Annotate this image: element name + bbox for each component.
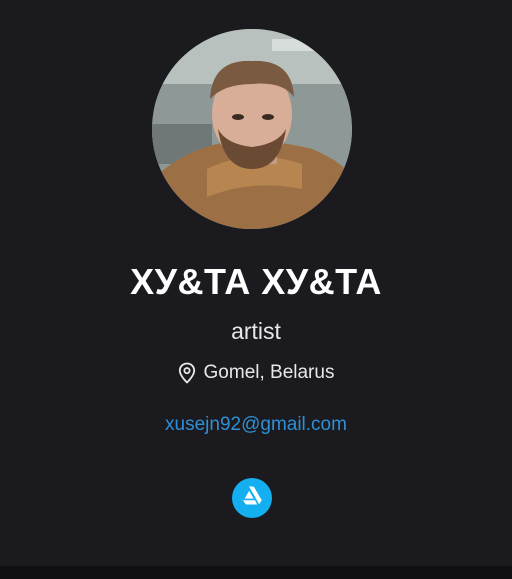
email-link[interactable]: xusejn92@gmail.com bbox=[0, 413, 512, 437]
profile-photo bbox=[152, 29, 352, 229]
map-pin-icon bbox=[178, 362, 196, 384]
profile-role: artist bbox=[231, 318, 281, 344]
avatar bbox=[152, 29, 352, 229]
artstation-link[interactable] bbox=[232, 478, 272, 518]
profile-card: ХУ&ТА ХУ&ТА artist Gomel, Belarus xusejn… bbox=[0, 0, 512, 566]
profile-name: ХУ&ТА ХУ&ТА bbox=[130, 261, 382, 302]
profile-location: Gomel, Belarus bbox=[0, 361, 512, 385]
location-text: Gomel, Belarus bbox=[203, 362, 335, 383]
artstation-icon bbox=[241, 486, 263, 511]
